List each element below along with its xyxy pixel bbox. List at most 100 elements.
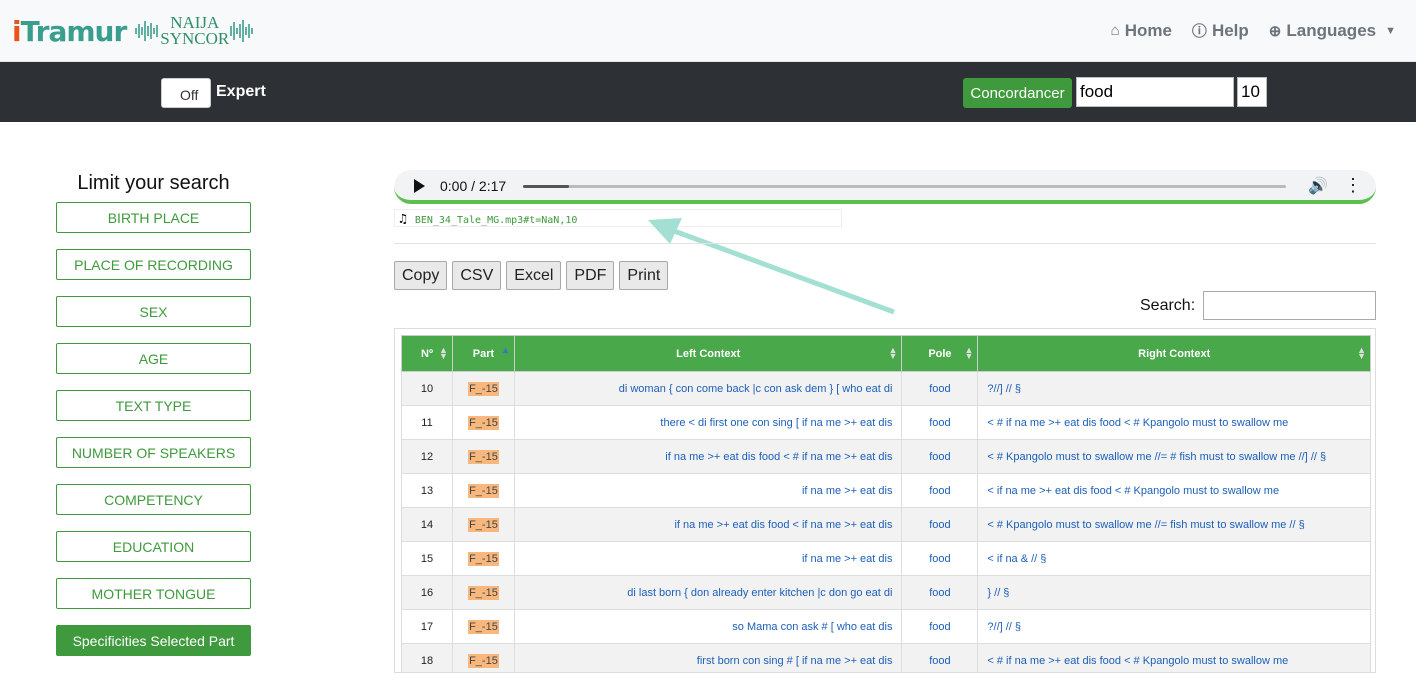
- results-table-container: Nº▲▼ Part▲ Left Context▲▼ Pole▲▼ Right C…: [394, 328, 1376, 673]
- query-input[interactable]: [1076, 77, 1234, 107]
- pole-word[interactable]: food: [902, 644, 978, 673]
- left-context[interactable]: if na me >+ eat dis: [514, 474, 902, 508]
- table-search-input[interactable]: [1203, 291, 1376, 320]
- row-number: 13: [402, 474, 453, 508]
- column-header-number[interactable]: Nº▲▼: [402, 336, 453, 372]
- part-badge[interactable]: F_-15: [468, 654, 499, 668]
- filter-age[interactable]: AGE: [56, 343, 251, 374]
- globe-icon: ⊕: [1269, 22, 1282, 40]
- arrow-annotation: [640, 210, 910, 320]
- concordancer-button[interactable]: Concordancer: [963, 78, 1072, 108]
- table-row: 18 F_-15 first born con sing # [ if na m…: [402, 644, 1371, 673]
- site-logo[interactable]: iTramur NAIJASYNCOR: [12, 12, 255, 50]
- nav-home[interactable]: ⌂Home: [1111, 20, 1172, 41]
- right-context[interactable]: < # Kpangolo must to swallow me //= fish…: [978, 508, 1371, 542]
- nav-links: ⌂Home ⓘHelp ⊕Languages▼: [1111, 20, 1396, 41]
- right-context[interactable]: < # Kpangolo must to swallow me //= # fi…: [978, 440, 1371, 474]
- column-header-left-context[interactable]: Left Context▲▼: [514, 336, 902, 372]
- pole-word[interactable]: food: [902, 406, 978, 440]
- right-context[interactable]: < if na me >+ eat dis food < # Kpangolo …: [978, 474, 1371, 508]
- filter-mother-tongue[interactable]: MOTHER TONGUE: [56, 578, 251, 609]
- filter-text-type[interactable]: TEXT TYPE: [56, 390, 251, 421]
- audio-progress: [523, 185, 569, 188]
- pole-word[interactable]: food: [902, 474, 978, 508]
- specificities-button[interactable]: Specificities Selected Part: [56, 625, 251, 656]
- audio-seek-bar[interactable]: [523, 185, 1286, 188]
- pole-word[interactable]: food: [902, 372, 978, 406]
- sidebar-title: Limit your search: [56, 172, 251, 195]
- part-badge[interactable]: F_-15: [468, 586, 499, 600]
- concordance-table: Nº▲▼ Part▲ Left Context▲▼ Pole▲▼ Right C…: [401, 335, 1371, 673]
- play-icon[interactable]: [414, 179, 425, 193]
- right-context[interactable]: ?//] // §: [978, 610, 1371, 644]
- left-context[interactable]: so Mama con ask # [ who eat dis: [514, 610, 902, 644]
- part-badge[interactable]: F_-15: [468, 552, 499, 566]
- divider: [394, 243, 1376, 244]
- row-number: 12: [402, 440, 453, 474]
- volume-icon[interactable]: 🔊: [1308, 176, 1328, 196]
- context-size-input[interactable]: [1237, 77, 1267, 107]
- row-number: 18: [402, 644, 453, 673]
- column-header-part[interactable]: Part▲: [452, 336, 514, 372]
- part-badge[interactable]: F_-15: [468, 518, 499, 532]
- nav-languages[interactable]: ⊕Languages▼: [1269, 20, 1396, 41]
- row-number: 14: [402, 508, 453, 542]
- part-badge[interactable]: F_-15: [468, 450, 499, 464]
- table-row: 15 F_-15 if na me >+ eat dis food < if n…: [402, 542, 1371, 576]
- left-context[interactable]: if na me >+ eat dis food < if na me >+ e…: [514, 508, 902, 542]
- pole-word[interactable]: food: [902, 610, 978, 644]
- pole-word[interactable]: food: [902, 542, 978, 576]
- table-row: 16 F_-15 di last born { don already ente…: [402, 576, 1371, 610]
- copy-button[interactable]: Copy: [394, 261, 447, 290]
- more-options-icon[interactable]: ⋮: [1344, 175, 1362, 196]
- expert-label: Expert: [216, 83, 266, 101]
- expert-toggle[interactable]: Off: [161, 78, 211, 108]
- table-row: 10 F_-15 di woman { con come back |c con…: [402, 372, 1371, 406]
- filter-education[interactable]: EDUCATION: [56, 531, 251, 562]
- right-context[interactable]: ?//] // §: [978, 372, 1371, 406]
- soundwave-icon: [134, 16, 160, 46]
- part-badge[interactable]: F_-15: [468, 620, 499, 634]
- pole-word[interactable]: food: [902, 508, 978, 542]
- table-row: 11 F_-15 there < di first one con sing […: [402, 406, 1371, 440]
- excel-button[interactable]: Excel: [506, 261, 561, 290]
- pdf-button[interactable]: PDF: [566, 261, 614, 290]
- left-context[interactable]: if na me >+ eat dis: [514, 542, 902, 576]
- csv-button[interactable]: CSV: [452, 261, 501, 290]
- filter-sex[interactable]: SEX: [56, 296, 251, 327]
- left-context[interactable]: di last born { don already enter kitchen…: [514, 576, 902, 610]
- itramur-logo: iTramur: [12, 15, 126, 48]
- left-context[interactable]: there < di first one con sing [ if na me…: [514, 406, 902, 440]
- sort-icon: ▲▼: [439, 347, 448, 359]
- caret-down-icon: ▼: [1385, 25, 1396, 37]
- print-button[interactable]: Print: [619, 261, 668, 290]
- nav-help[interactable]: ⓘHelp: [1192, 20, 1249, 41]
- part-badge[interactable]: F_-15: [468, 416, 499, 430]
- top-navbar: iTramur NAIJASYNCOR ⌂Home ⓘHelp ⊕Lan: [0, 0, 1416, 62]
- sort-asc-icon: ▲: [501, 347, 510, 359]
- pole-word[interactable]: food: [902, 576, 978, 610]
- pole-word[interactable]: food: [902, 440, 978, 474]
- filter-competency[interactable]: COMPETENCY: [56, 484, 251, 515]
- column-header-pole[interactable]: Pole▲▼: [902, 336, 978, 372]
- filter-place-of-recording[interactable]: PLACE OF RECORDING: [56, 249, 251, 280]
- filter-birth-place[interactable]: BIRTH PLACE: [56, 202, 251, 233]
- column-header-right-context[interactable]: Right Context▲▼: [978, 336, 1371, 372]
- left-context[interactable]: di woman { con come back |c con ask dem …: [514, 372, 902, 406]
- part-badge[interactable]: F_-15: [468, 382, 499, 396]
- right-context[interactable]: < # if na me >+ eat dis food < # Kpangol…: [978, 406, 1371, 440]
- table-row: 13 F_-15 if na me >+ eat dis food < if n…: [402, 474, 1371, 508]
- row-number: 11: [402, 406, 453, 440]
- sort-icon: ▲▼: [889, 347, 898, 359]
- audio-player: 0:00 / 2:17 🔊 ⋮: [394, 170, 1376, 204]
- right-context[interactable]: < # if na me >+ eat dis food < # Kpangol…: [978, 644, 1371, 673]
- right-context[interactable]: } // §: [978, 576, 1371, 610]
- table-row: 17 F_-15 so Mama con ask # [ who eat dis…: [402, 610, 1371, 644]
- row-number: 10: [402, 372, 453, 406]
- left-context[interactable]: if na me >+ eat dis food < # if na me >+…: [514, 440, 902, 474]
- left-context[interactable]: first born con sing # [ if na me >+ eat …: [514, 644, 902, 673]
- filter-number-of-speakers[interactable]: NUMBER OF SPEAKERS: [56, 437, 251, 468]
- part-badge[interactable]: F_-15: [468, 484, 499, 498]
- right-context[interactable]: < if na & // §: [978, 542, 1371, 576]
- soundwave-icon: [229, 16, 255, 46]
